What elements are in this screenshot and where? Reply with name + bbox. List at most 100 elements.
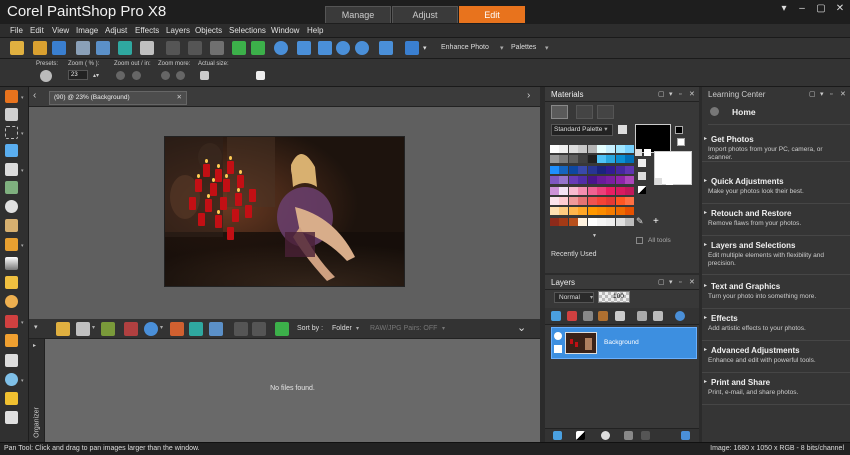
new-mask-layer-icon[interactable] xyxy=(576,431,585,440)
print-icon[interactable] xyxy=(76,41,90,55)
color-swatch[interactable] xyxy=(587,197,597,205)
opacity-value[interactable]: 100 xyxy=(613,293,624,300)
dodge-tool-icon[interactable] xyxy=(5,276,18,289)
window-icon[interactable] xyxy=(379,41,393,55)
color-swatch[interactable] xyxy=(615,207,625,216)
layer-lock-icon[interactable] xyxy=(653,311,663,321)
bg-texture-icon[interactable] xyxy=(666,178,673,185)
color-swatch[interactable] xyxy=(568,197,578,205)
organizer-file-area[interactable]: No files found. xyxy=(45,339,540,442)
color-swatch[interactable] xyxy=(625,217,635,226)
color-swatch[interactable] xyxy=(615,145,625,153)
crop-tool-arrow[interactable]: ▾ xyxy=(21,168,24,174)
color-swatch[interactable] xyxy=(615,197,625,205)
color-swatch[interactable] xyxy=(597,207,606,216)
tab-scroll-right-icon[interactable]: › xyxy=(527,90,530,101)
smudge-tool-icon[interactable] xyxy=(5,295,18,308)
materials-close-icon[interactable]: ✕ xyxy=(689,87,695,102)
zoom-stepper-icon[interactable]: ▴▾ xyxy=(93,72,99,79)
palette-select-value[interactable]: Standard Palette xyxy=(554,126,602,133)
layers-restore-icon[interactable]: ▢ xyxy=(658,275,665,290)
color-swatch[interactable] xyxy=(587,176,597,185)
palette-options-icon[interactable] xyxy=(618,125,627,134)
actual-size-icon[interactable] xyxy=(200,71,209,80)
menu-help[interactable]: Help xyxy=(307,26,323,35)
palette-select-arrow[interactable]: ▾ xyxy=(604,126,607,133)
color-swatch[interactable] xyxy=(568,165,578,174)
color-swatch[interactable] xyxy=(625,186,635,195)
layers-pin-icon[interactable]: ▫ xyxy=(679,275,681,290)
close-icon[interactable]: ✕ xyxy=(830,2,850,16)
raw-jpg-pairs-toggle[interactable]: RAW/JPG Pairs: OFF xyxy=(370,325,437,332)
redo-disabled-icon[interactable] xyxy=(188,41,202,55)
materials-menu-icon[interactable]: ▾ xyxy=(669,87,673,102)
color-swatch[interactable] xyxy=(568,186,578,195)
color-swatch[interactable] xyxy=(606,176,616,185)
layer-new-icon[interactable] xyxy=(615,311,625,321)
maximize-icon[interactable]: ▢ xyxy=(811,2,831,16)
fit-window-icon[interactable] xyxy=(256,71,265,80)
palettes-menu[interactable]: Palettes xyxy=(511,44,536,51)
layer-properties-icon[interactable] xyxy=(675,311,685,321)
learning-restore-icon[interactable]: ▢ xyxy=(809,87,816,102)
zoom-more-in-icon[interactable] xyxy=(176,71,185,80)
tab-scroll-left-icon[interactable]: ‹ xyxy=(33,90,36,101)
paint-brush-tool-icon[interactable] xyxy=(5,238,18,251)
fg-style-icon[interactable] xyxy=(635,149,642,156)
fill-tool-icon[interactable] xyxy=(5,334,18,347)
menu-view[interactable]: View xyxy=(52,26,69,35)
canvas-area[interactable] xyxy=(29,107,540,319)
menu-selections[interactable]: Selections xyxy=(229,26,266,35)
pen-tool-icon[interactable] xyxy=(5,392,18,405)
organizer-people-arrow[interactable]: ▾ xyxy=(160,324,163,331)
color-swatch[interactable] xyxy=(615,176,625,185)
pick-tool-icon[interactable] xyxy=(5,108,18,121)
color-swatch[interactable] xyxy=(587,165,597,174)
info-icon[interactable] xyxy=(274,41,288,55)
layer-adjust-icon[interactable] xyxy=(598,311,608,321)
color-swatch[interactable] xyxy=(568,176,578,185)
enhance-photo-icon[interactable] xyxy=(405,41,419,55)
raw-jpg-arrow[interactable]: ▾ xyxy=(442,325,445,332)
swap-colors-icon[interactable] xyxy=(638,159,646,167)
color-swatch[interactable] xyxy=(597,217,606,226)
layer-eye-icon[interactable] xyxy=(554,332,562,340)
sort-by-arrow[interactable]: ▾ xyxy=(356,325,359,332)
organizer-print-icon[interactable] xyxy=(209,322,223,336)
color-swatch[interactable] xyxy=(587,207,597,216)
text-tool-icon[interactable] xyxy=(5,354,18,367)
color-swatch[interactable] xyxy=(625,197,635,205)
add-to-palette-icon[interactable]: + xyxy=(653,216,659,227)
straighten-tool-icon[interactable] xyxy=(5,181,18,194)
share-icon[interactable] xyxy=(118,41,132,55)
zoom-percent-input[interactable]: 23 xyxy=(68,70,88,80)
bg-style-icon[interactable] xyxy=(655,178,662,185)
menu-objects[interactable]: Objects xyxy=(195,26,222,35)
zoom-fit-icon[interactable] xyxy=(318,41,332,55)
color-swatch[interactable] xyxy=(625,155,635,164)
color-swatch[interactable] xyxy=(550,207,559,216)
color-swatch[interactable] xyxy=(615,155,625,164)
color-swatch[interactable] xyxy=(568,207,578,216)
eyedropper-icon[interactable]: ✎ xyxy=(636,216,644,227)
blend-mode-arrow[interactable]: ▾ xyxy=(590,294,593,301)
back-icon[interactable] xyxy=(710,107,719,116)
color-swatch[interactable] xyxy=(559,165,569,174)
learning-item-quick-adjustments[interactable]: ▸ Quick Adjustments Make your photos loo… xyxy=(702,173,850,204)
color-swatch[interactable] xyxy=(615,165,625,174)
new-adjustment-layer-icon[interactable] xyxy=(601,431,610,440)
color-swatch[interactable] xyxy=(615,186,625,195)
pan-preset-icon[interactable] xyxy=(40,70,52,82)
color-swatch[interactable] xyxy=(597,176,606,185)
retouch-tool-arrow[interactable]: ▾ xyxy=(21,320,24,326)
color-swatch[interactable] xyxy=(625,165,635,174)
help-dropdown-icon[interactable]: ▾ xyxy=(774,2,794,16)
zoom-in-small-icon[interactable] xyxy=(132,71,141,80)
color-swatch[interactable] xyxy=(559,207,569,216)
shape-tool-icon[interactable] xyxy=(5,373,18,386)
color-swatch[interactable] xyxy=(559,145,569,153)
undo-disabled-icon[interactable] xyxy=(166,41,180,55)
menu-image[interactable]: Image xyxy=(76,26,98,35)
learning-item-print-share[interactable]: ▸ Print and Share Print, e-mail, and sha… xyxy=(702,374,850,405)
gradient-tool-icon[interactable] xyxy=(5,257,18,270)
